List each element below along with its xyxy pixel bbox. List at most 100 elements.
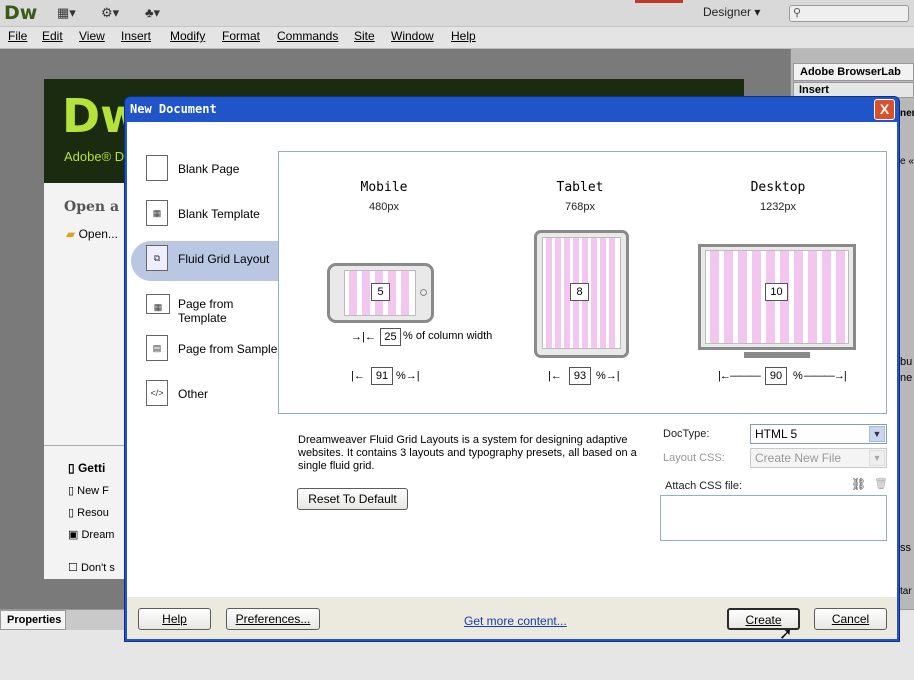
mobile-width-input[interactable]: 91 — [371, 367, 393, 385]
grid-column — [401, 271, 409, 315]
grid-column — [710, 251, 719, 343]
search-icon: ⚲ — [793, 7, 802, 19]
category-blank-template[interactable]: ▦ Blank Template — [146, 196, 278, 234]
welcome-list-item[interactable]: ▣ Dream — [68, 528, 114, 541]
attach-css-label: Attach CSS file: — [665, 480, 743, 492]
gutter-arrows-icon: →|← — [351, 331, 376, 343]
dialog-title: New Document — [130, 102, 217, 116]
menu-modify[interactable]: Modify — [170, 29, 205, 43]
trash-icon[interactable]: 🗑 — [874, 477, 888, 490]
layout-css-select[interactable]: Create New File ▼ — [750, 448, 887, 468]
close-icon: X — [879, 101, 890, 117]
gutter-label: % of column width — [403, 330, 493, 342]
doctype-label: DocType: — [663, 428, 710, 440]
exchange-icon: ▣ — [68, 529, 79, 541]
layout-css-label: Layout CSS: — [663, 452, 725, 464]
tablet-title: Tablet — [556, 180, 604, 195]
mobile-columns-input[interactable]: 5 — [371, 283, 390, 301]
help-search-input[interactable]: ⚲ — [789, 5, 909, 22]
grid-column — [349, 271, 357, 315]
panel-tab-browserlab[interactable]: Adobe BrowserLab — [793, 63, 914, 81]
link-css-icon[interactable]: ⛓ — [851, 477, 866, 491]
grid-column — [808, 251, 817, 343]
cancel-button[interactable]: Cancel — [814, 608, 887, 630]
menu-file[interactable]: File — [8, 29, 27, 43]
blank-template-icon: ▦ — [146, 200, 168, 226]
get-more-content-link[interactable]: Get more content... — [464, 614, 567, 628]
desktop-percent-label: % ———→| — [793, 370, 847, 382]
menu-insert[interactable]: Insert — [121, 29, 151, 43]
category-fluid-grid-layout[interactable]: ⧉ Fluid Grid Layout — [146, 241, 278, 279]
dont-show-checkbox[interactable]: ☐ Don't s — [68, 561, 115, 574]
close-app-indicator[interactable] — [635, 0, 683, 3]
menu-help[interactable]: Help — [451, 29, 476, 43]
welcome-list-item[interactable]: ▯ Getti — [68, 461, 105, 475]
category-other[interactable]: </> Other — [146, 376, 278, 414]
menu-view[interactable]: View — [79, 29, 105, 43]
welcome-list-item[interactable]: ▯ New F — [68, 484, 109, 497]
layout-description: Dreamweaver Fluid Grid Layouts is a syst… — [298, 434, 637, 472]
reset-to-default-button[interactable]: Reset To Default — [297, 488, 408, 510]
panel-snippet: bu — [900, 356, 913, 368]
menu-edit[interactable]: Edit — [42, 29, 63, 43]
width-left-arrow-icon: |← — [351, 370, 365, 382]
grid-column — [546, 238, 552, 348]
desktop-columns-input[interactable]: 10 — [765, 283, 788, 301]
menu-window[interactable]: Window — [391, 29, 434, 43]
workspace-switcher[interactable]: Designer ▾ — [703, 5, 760, 19]
document-icon: ▯ — [68, 507, 75, 519]
grid-column — [555, 238, 561, 348]
tablet-size: 768px — [565, 201, 595, 213]
desktop-width-input[interactable]: 90 — [765, 367, 787, 385]
grid-column — [609, 238, 615, 348]
desktop-title: Desktop — [750, 180, 806, 195]
dialog-close-button[interactable]: X — [874, 99, 895, 120]
grid-column — [600, 238, 606, 348]
menu-commands[interactable]: Commands — [277, 29, 338, 43]
panel-snippet: tar — [900, 586, 912, 597]
site-manager-icon[interactable]: ♣▾ — [145, 5, 160, 21]
gutter-width-input[interactable]: 25 — [380, 328, 401, 346]
checkbox-icon: ☐ — [68, 562, 78, 574]
category-page-from-sample[interactable]: ▤ Page from Sample — [146, 331, 278, 369]
desktop-size: 1232px — [759, 201, 797, 213]
attached-css-list[interactable] — [660, 495, 887, 541]
preferences-button[interactable]: Preferences... — [226, 608, 320, 630]
open-item[interactable]: ▰ Open... — [66, 227, 118, 241]
menu-site[interactable]: Site — [354, 29, 375, 43]
tablet-columns-input[interactable]: 8 — [570, 283, 589, 301]
tablet-percent-label: %→| — [596, 370, 620, 382]
width-left-arrow-icon: |← — [548, 370, 562, 382]
grid-column — [794, 251, 803, 343]
tablet-width-input[interactable]: 93 — [569, 367, 591, 385]
menu-format[interactable]: Format — [222, 29, 260, 43]
category-page-from-template[interactable]: ▦ Page from Template — [146, 286, 278, 325]
panel-snippet: ner — [900, 108, 914, 119]
chevron-down-icon: ▼ — [869, 450, 885, 466]
gear-icon[interactable]: ⚙▾ — [101, 5, 119, 21]
welcome-list-item[interactable]: ▯ Resou — [68, 506, 109, 519]
width-left-arrow-icon: |←——— — [718, 370, 761, 382]
help-button[interactable]: Help — [138, 608, 211, 630]
mobile-title: Mobile — [360, 180, 408, 195]
doctype-select[interactable]: HTML 5 ▼ — [750, 424, 887, 444]
category-blank-page[interactable]: Blank Page — [146, 151, 278, 189]
layout-switcher-icon[interactable]: ▦▾ — [57, 5, 76, 21]
document-icon: ▯ — [68, 485, 75, 497]
blank-page-icon — [146, 155, 168, 181]
panel-snippet: ne — [900, 372, 913, 384]
panel-snippet: ss — [900, 542, 911, 554]
width-right-arrow-icon: →| — [405, 370, 420, 382]
grid-column — [752, 251, 761, 343]
width-right-arrow-icon: ———→| — [803, 370, 847, 382]
grid-column — [738, 251, 747, 343]
home-button-icon — [420, 289, 427, 296]
divider — [44, 445, 124, 446]
grid-column — [724, 251, 733, 343]
page-from-template-icon: ▦ — [146, 294, 170, 314]
properties-tab[interactable]: Properties — [0, 610, 66, 630]
grid-column — [591, 238, 597, 348]
page-from-sample-icon: ▤ — [146, 335, 168, 361]
monitor-stand — [744, 352, 810, 358]
document-icon: ▯ — [68, 461, 75, 475]
